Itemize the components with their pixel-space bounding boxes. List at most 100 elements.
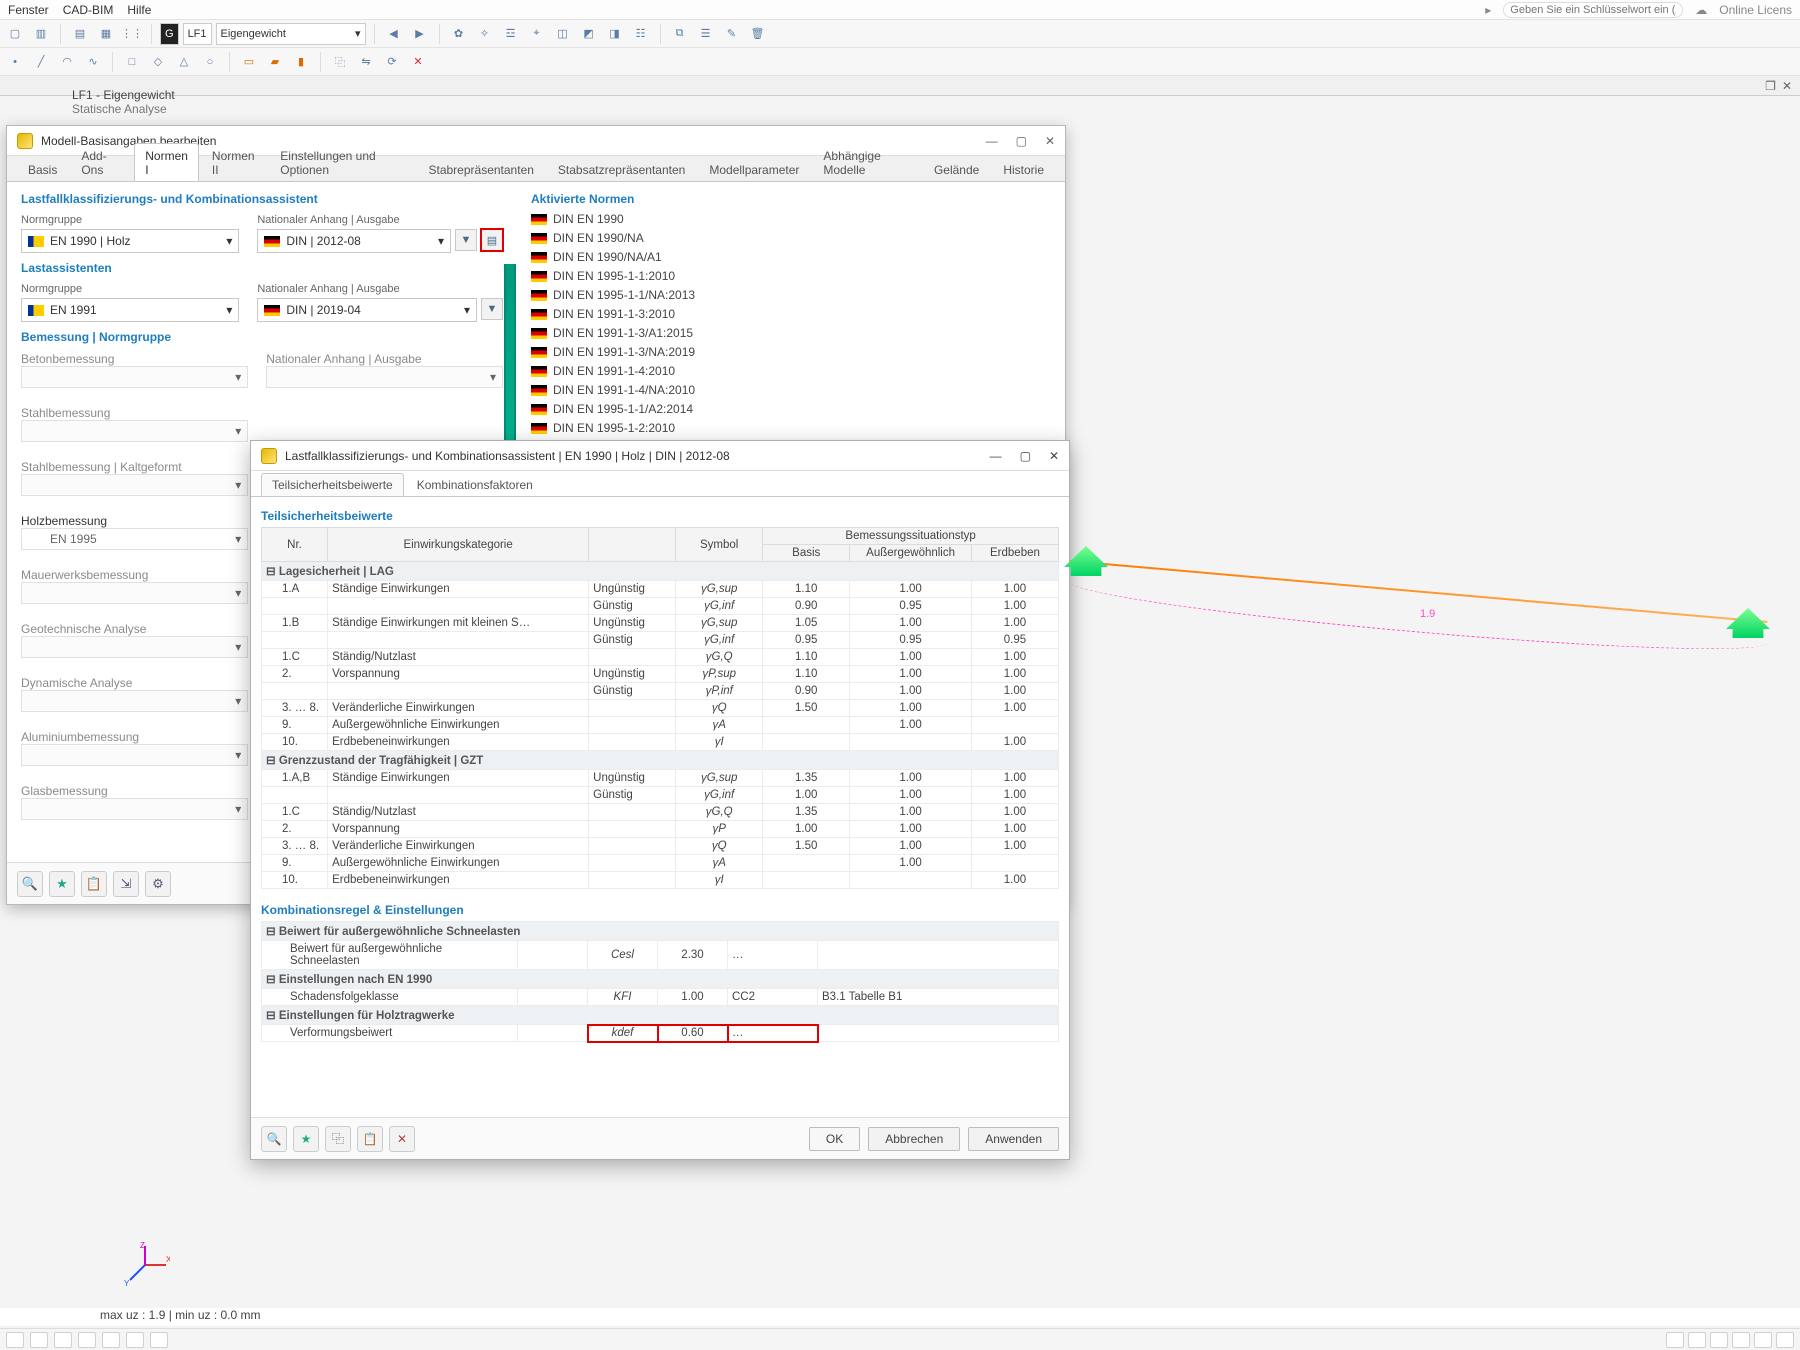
tab-teilsicherheit[interactable]: Teilsicherheitsbeiwerte — [261, 473, 404, 496]
listline-glas[interactable]: ▾ — [21, 798, 248, 820]
filter-button[interactable]: ▼ — [481, 298, 503, 320]
copy-from-icon[interactable]: ⇲ — [113, 871, 139, 897]
listline-geotech[interactable]: ▾ — [21, 636, 248, 658]
tool-icon[interactable]: ◫ — [552, 23, 574, 45]
tab-settings[interactable]: Einstellungen und Optionen — [269, 143, 415, 181]
layers-icon[interactable]: ▤ — [69, 23, 91, 45]
tab-basis[interactable]: Basis — [17, 157, 68, 181]
delete-icon[interactable]: ✕ — [407, 51, 429, 73]
grid-icon[interactable]: ▦ — [95, 23, 117, 45]
search-icon[interactable]: 🔍 — [17, 871, 43, 897]
status-icon[interactable] — [1688, 1332, 1706, 1348]
close-icon[interactable]: ✕ — [1045, 134, 1055, 148]
tab-stabrep[interactable]: Stabrepräsentanten — [418, 157, 545, 181]
menu-hilfe[interactable]: Hilfe — [127, 3, 151, 17]
tab-addons[interactable]: Add-Ons — [70, 143, 132, 181]
tab-normen-2[interactable]: Normen II — [201, 143, 267, 181]
status-icon[interactable] — [6, 1332, 24, 1348]
status-icon[interactable] — [150, 1332, 168, 1348]
tab-kombinationsfaktoren[interactable]: Kombinationsfaktoren — [406, 473, 544, 496]
status-icon[interactable] — [1754, 1332, 1772, 1348]
row-kdef-dots[interactable]: … — [728, 1025, 818, 1042]
search-icon[interactable]: 🔍 — [261, 1126, 287, 1152]
tool-icon[interactable]: 🗑 — [747, 23, 769, 45]
edit-assistant-button[interactable]: ▤ — [481, 229, 503, 251]
tab-stabsatzrep[interactable]: Stabsatzrepräsentanten — [547, 157, 696, 181]
tool-icon[interactable]: ✎ — [721, 23, 743, 45]
tool-icon[interactable]: △ — [173, 51, 195, 73]
row-snow-dots[interactable]: … — [728, 941, 818, 970]
status-icon[interactable] — [54, 1332, 72, 1348]
new-icon[interactable]: ▢ — [4, 23, 26, 45]
rotate-icon[interactable]: ⟳ — [381, 51, 403, 73]
model-viewport[interactable]: 1.9 — [1070, 530, 1770, 650]
loadcase-name[interactable]: Eigengewicht▾ — [216, 23, 366, 45]
snap-point-icon[interactable]: • — [4, 51, 26, 73]
loadcase-number[interactable]: LF1 — [183, 23, 212, 45]
row-en-v2[interactable]: CC2 — [728, 989, 818, 1006]
tab-normen-1[interactable]: Normen I — [134, 143, 199, 181]
apply-button[interactable]: Anwenden — [968, 1127, 1059, 1151]
open-icon[interactable]: ▥ — [30, 23, 52, 45]
copy-icon[interactable]: ⿻ — [325, 1126, 351, 1152]
cancel-button[interactable]: Abbrechen — [868, 1127, 960, 1151]
status-icon[interactable] — [1776, 1332, 1794, 1348]
member-icon[interactable]: ▭ — [238, 51, 260, 73]
row-kdef-value[interactable]: 0.60 — [658, 1025, 728, 1042]
close-icon[interactable]: ✕ — [1049, 449, 1059, 463]
ok-button[interactable]: OK — [809, 1127, 860, 1151]
status-icon[interactable] — [1732, 1332, 1750, 1348]
status-icon[interactable] — [1666, 1332, 1684, 1348]
menu-cad-bim[interactable]: CAD-BIM — [63, 3, 114, 17]
window-restore-icon[interactable]: ❐ — [1765, 79, 1776, 93]
status-icon[interactable] — [30, 1332, 48, 1348]
tab-depmodels[interactable]: Abhängige Modelle — [812, 143, 921, 181]
mirror-icon[interactable]: ⇋ — [355, 51, 377, 73]
listline-alu[interactable]: ▾ — [21, 744, 248, 766]
listline-stahl[interactable]: ▾ — [21, 420, 248, 442]
tool-icon[interactable]: ✿ — [448, 23, 470, 45]
tool-icon[interactable]: ☲ — [500, 23, 522, 45]
solid-icon[interactable]: ▮ — [290, 51, 312, 73]
select-din-2012-08[interactable]: DIN | 2012-08 ▾ — [257, 229, 451, 253]
snap-line-icon[interactable]: ╱ — [30, 51, 52, 73]
select-din-2019-04[interactable]: DIN | 2019-04 ▾ — [257, 298, 477, 322]
minimize-icon[interactable]: — — [990, 449, 1002, 463]
listline-mauerwerk[interactable]: ▾ — [21, 582, 248, 604]
tool-icon[interactable]: ✧ — [474, 23, 496, 45]
tab-model-params[interactable]: Modellparameter — [698, 157, 810, 181]
select-en1990-holz[interactable]: EN 1990 | Holz ▾ — [21, 229, 239, 253]
filter-button[interactable]: ▼ — [455, 229, 477, 251]
menu-fenster[interactable]: Fenster — [8, 3, 49, 17]
clipboard-icon[interactable]: 📋 — [81, 871, 107, 897]
maximize-icon[interactable]: ▢ — [1020, 449, 1031, 463]
loadcase-code[interactable]: G — [160, 23, 179, 45]
status-icon[interactable] — [1710, 1332, 1728, 1348]
tab-history[interactable]: Historie — [992, 157, 1055, 181]
status-icon[interactable] — [78, 1332, 96, 1348]
minimize-icon[interactable]: — — [986, 134, 998, 148]
delete-icon[interactable]: ✕ — [389, 1126, 415, 1152]
tool-icon[interactable]: ⌖ — [526, 23, 548, 45]
tool-icon[interactable]: □ — [121, 51, 143, 73]
settings-icon[interactable]: ⚙ — [145, 871, 171, 897]
listline-stahl-kalt[interactable]: ▾ — [21, 474, 248, 496]
tool-icon[interactable]: ⧉ — [669, 23, 691, 45]
surface-icon[interactable]: ▰ — [264, 51, 286, 73]
keyword-search-input[interactable] — [1503, 2, 1683, 18]
listline-holz[interactable]: EN 1995 ▾ — [21, 528, 248, 550]
tool-icon[interactable]: ◩ — [578, 23, 600, 45]
prev-icon[interactable]: ◀ — [383, 23, 405, 45]
row-en-v1[interactable]: 1.00 — [658, 989, 728, 1006]
nodes-icon[interactable]: ⋮⋮ — [121, 23, 143, 45]
tool-icon[interactable]: ◇ — [147, 51, 169, 73]
row-snow-val[interactable]: 2.30 — [658, 941, 728, 970]
next-icon[interactable]: ▶ — [409, 23, 431, 45]
snap-curve-icon[interactable]: ∿ — [82, 51, 104, 73]
favorites-icon[interactable]: ★ — [293, 1126, 319, 1152]
listline-dynamic[interactable]: ▾ — [21, 690, 248, 712]
select-en1991[interactable]: EN 1991 ▾ — [21, 298, 239, 322]
tool-icon[interactable]: ☷ — [630, 23, 652, 45]
listline-beton[interactable]: ▾ — [21, 366, 248, 388]
listline-anhang-muted[interactable]: ▾ — [266, 366, 503, 388]
